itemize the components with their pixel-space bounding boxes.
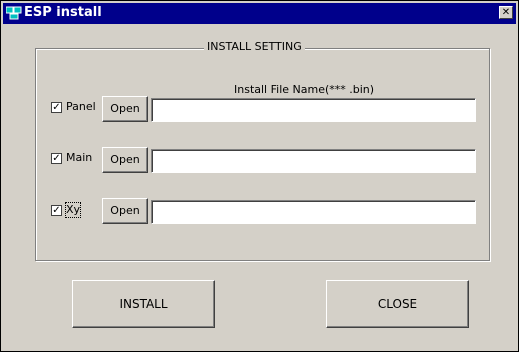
xy-checkbox[interactable]: ✓ <box>51 205 62 216</box>
app-icon <box>6 6 22 20</box>
close-button[interactable]: CLOSE <box>326 280 469 328</box>
panel-checkbox[interactable]: ✓ <box>51 102 62 113</box>
main-file-field[interactable] <box>151 149 476 173</box>
main-checkbox-label: Main <box>66 151 93 164</box>
main-open-button[interactable]: Open <box>102 147 148 173</box>
xy-open-button[interactable]: Open <box>102 198 148 224</box>
main-checkbox[interactable]: ✓ <box>51 153 62 164</box>
title-bar[interactable]: ESP install ✕ <box>3 3 516 24</box>
panel-open-button[interactable]: Open <box>102 96 148 122</box>
xy-checkbox-label: Xy <box>64 202 82 218</box>
file-name-column-header: Install File Name(*** .bin) <box>234 83 375 96</box>
xy-file-field[interactable] <box>151 200 476 224</box>
group-title: INSTALL SETTING <box>204 40 305 54</box>
window-title: ESP install <box>24 5 102 20</box>
esp-install-dialog: ESP install ✕ INSTALL SETTING Install Fi… <box>0 0 519 352</box>
panel-checkbox-label: Panel <box>66 100 96 113</box>
panel-file-field[interactable] <box>151 98 476 122</box>
install-button[interactable]: INSTALL <box>72 280 215 328</box>
window-close-button[interactable]: ✕ <box>499 6 513 19</box>
